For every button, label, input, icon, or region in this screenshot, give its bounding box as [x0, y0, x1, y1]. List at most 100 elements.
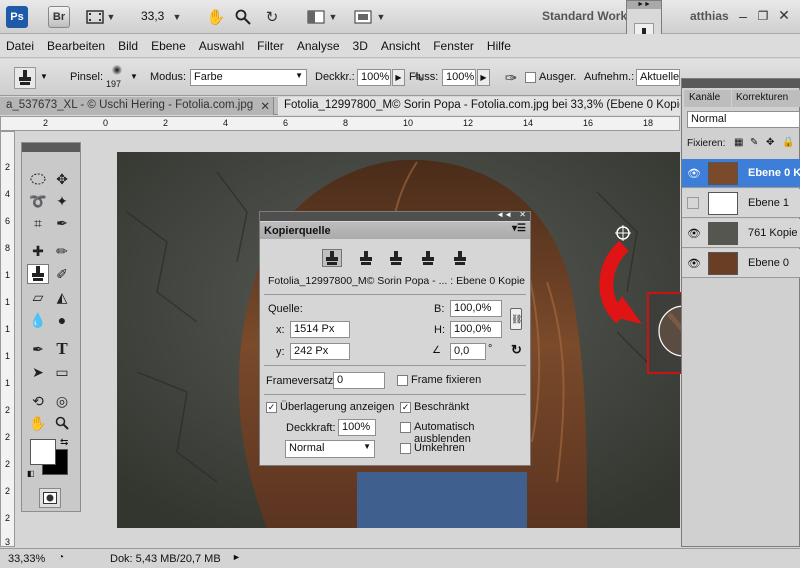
sample-select[interactable]: Aktuelle E: [636, 69, 680, 86]
history-brush-icon[interactable]: ✐: [51, 264, 73, 284]
hand-tool-icon[interactable]: ✋: [205, 6, 227, 28]
brush-preview-icon[interactable]: [112, 65, 122, 75]
layer-row[interactable]: 👁 761 Kopie: [682, 219, 800, 248]
close-icon[interactable]: ✕: [519, 210, 526, 219]
collapse-icon[interactable]: ◄◄: [496, 210, 512, 219]
visibility-eye-icon[interactable]: 👁: [687, 257, 701, 270]
swap-colors-icon[interactable]: ⇆: [60, 437, 68, 448]
clone-panel-header[interactable]: ◄◄ ✕: [260, 210, 530, 221]
zoom-tool-icon[interactable]: [232, 6, 254, 28]
rotation-input[interactable]: 0,0: [450, 343, 486, 360]
menu-3d[interactable]: 3D: [353, 39, 368, 53]
dodge-tool-icon[interactable]: ●: [51, 310, 73, 330]
3d-orbit-icon[interactable]: ◎: [51, 391, 73, 411]
menu-ebene[interactable]: Ebene: [151, 39, 186, 53]
zoom-chevron-icon[interactable]: ▼: [172, 8, 182, 26]
default-colors-icon[interactable]: ◧: [27, 469, 35, 478]
magic-wand-icon[interactable]: ✦: [51, 191, 73, 211]
quick-mask-icon[interactable]: [39, 488, 61, 508]
brush-chevron-icon[interactable]: ▼: [130, 72, 138, 81]
hand-icon[interactable]: ✋: [27, 413, 49, 433]
visibility-eye-icon[interactable]: 👁: [687, 227, 701, 240]
crop-tool-icon[interactable]: ⌗: [27, 213, 49, 233]
clone-stamp-preset-icon[interactable]: [14, 67, 36, 89]
flow-slider-button[interactable]: ▶: [477, 69, 490, 86]
move-tool-icon[interactable]: ✥: [51, 169, 73, 189]
clipped-checkbox[interactable]: ✓: [400, 402, 411, 413]
lock-position-icon[interactable]: ✥: [766, 137, 774, 148]
lock-transparency-icon[interactable]: ▦: [734, 137, 743, 148]
menu-hilfe[interactable]: Hilfe: [487, 39, 511, 53]
zoom-level[interactable]: 33,3: [141, 9, 164, 23]
opacity-input[interactable]: 100%: [357, 69, 391, 86]
link-chain-icon[interactable]: ⛓: [510, 308, 522, 330]
foreground-color-swatch[interactable]: [30, 439, 56, 465]
eraser-tool-icon[interactable]: ▱: [27, 287, 49, 307]
lasso-tool-icon[interactable]: ➰: [27, 191, 49, 211]
clone-stamp-tool-icon[interactable]: [27, 264, 49, 284]
minimize-icon[interactable]: –: [736, 8, 750, 24]
blur-tool-icon[interactable]: 💧: [27, 310, 49, 330]
lock-all-icon[interactable]: 🔒: [782, 137, 794, 148]
panel-menu-icon[interactable]: ▾☰: [512, 223, 526, 234]
clone-source-5-icon[interactable]: [450, 249, 470, 267]
tab-document-2[interactable]: Fotolia_12997800_M© Sorin Popa - Fotolia…: [278, 97, 680, 115]
visibility-eye-icon[interactable]: 👁: [687, 167, 701, 180]
chevron-down-icon[interactable]: ▼: [106, 8, 116, 26]
tab-channels[interactable]: Kanäle: [684, 90, 731, 107]
paint-bucket-icon[interactable]: ◭: [51, 287, 73, 307]
marquee-tool-icon[interactable]: [27, 169, 49, 189]
menu-fenster[interactable]: Fenster: [433, 39, 474, 53]
brush-tool-icon[interactable]: ✏: [51, 241, 73, 261]
visibility-empty-box[interactable]: [687, 197, 699, 209]
layer-row[interactable]: Ebene 1: [682, 189, 800, 218]
auto-hide-checkbox[interactable]: [400, 422, 411, 433]
status-zoom[interactable]: 33,33%: [8, 553, 45, 565]
panel-collapse-icon[interactable]: ►►: [627, 1, 661, 9]
layer-row[interactable]: 👁 Ebene 0: [682, 249, 800, 278]
3d-rotate-icon[interactable]: ⟲: [27, 391, 49, 411]
workspace-user[interactable]: atthias: [690, 9, 729, 23]
y-offset-input[interactable]: 242 Px: [290, 343, 350, 360]
zoom-icon[interactable]: [51, 413, 73, 433]
status-info-icon[interactable]: ◔: [58, 552, 64, 563]
overlay-opacity-input[interactable]: 100%: [338, 419, 376, 436]
menu-ansicht[interactable]: Ansicht: [381, 39, 420, 53]
lock-pixels-icon[interactable]: ✎: [750, 137, 758, 148]
menu-analyse[interactable]: Analyse: [297, 39, 340, 53]
eyedropper-icon[interactable]: ✒: [51, 213, 73, 233]
layer-row[interactable]: 👁 Ebene 0 Kopie: [682, 159, 800, 188]
invert-checkbox[interactable]: [400, 443, 411, 454]
status-menu-icon[interactable]: ►: [232, 552, 241, 562]
screen-mode-icon[interactable]: [352, 7, 374, 27]
film-icon[interactable]: [84, 7, 106, 27]
flow-input[interactable]: 100%: [442, 69, 476, 86]
rotate-view-icon[interactable]: ↻: [261, 6, 283, 28]
path-select-icon[interactable]: ➤: [27, 362, 49, 382]
width-scale-input[interactable]: 100,0%: [450, 300, 502, 317]
overlay-mode-select[interactable]: Normal ▼: [285, 440, 375, 458]
clone-source-3-icon[interactable]: [386, 249, 406, 267]
layers-panel-header[interactable]: [682, 79, 800, 88]
mode-select[interactable]: Farbe ▼: [190, 69, 307, 86]
show-overlay-checkbox[interactable]: ✓: [266, 402, 277, 413]
tab-close-icon[interactable]: ✕: [260, 99, 270, 113]
shape-tool-icon[interactable]: ▭: [51, 362, 73, 382]
lock-frame-checkbox[interactable]: [397, 375, 408, 386]
pen-tool-icon[interactable]: ✒: [27, 339, 49, 359]
close-icon[interactable]: ✕: [777, 7, 791, 23]
frame-offset-input[interactable]: 0: [333, 372, 385, 389]
preset-chevron-icon[interactable]: ▼: [40, 72, 48, 81]
bridge-button[interactable]: Br: [48, 6, 70, 28]
tab-document-1[interactable]: a_537673_XL - © Uschi Hering - Fotolia.c…: [0, 97, 274, 115]
arrange-documents-icon[interactable]: [305, 7, 327, 27]
toolbox-header[interactable]: [22, 143, 80, 152]
menu-bearbeiten[interactable]: Bearbeiten: [47, 39, 105, 53]
tab-corrections[interactable]: Korrekturen: [732, 90, 800, 107]
aligned-checkbox[interactable]: [525, 72, 536, 83]
clone-source-1-icon[interactable]: [322, 249, 342, 267]
airbrush-icon[interactable]: ✑: [500, 67, 522, 89]
menu-filter[interactable]: Filter: [257, 39, 284, 53]
height-scale-input[interactable]: 100,0%: [450, 321, 502, 338]
reset-transform-icon[interactable]: ↻: [511, 342, 522, 358]
